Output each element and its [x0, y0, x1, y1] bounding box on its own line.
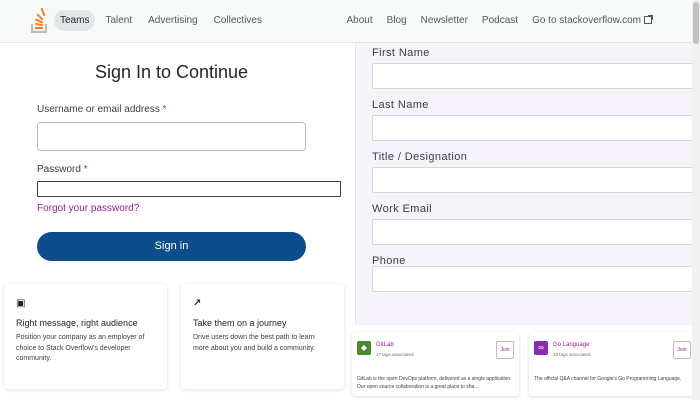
top-navigation: Teams Talent Advertising Collectives Abo…: [0, 0, 700, 43]
collective-card-go-language[interactable]: ∞ Go Language 15 tags associated Join Th…: [529, 332, 696, 396]
username-label: Username or email address *: [37, 104, 167, 115]
nav-blog[interactable]: Blog: [381, 10, 413, 31]
required-mark: *: [83, 164, 88, 175]
collective-description: The official Q&A channel for Google's Go…: [534, 376, 682, 382]
phone-input[interactable]: [372, 266, 696, 292]
trend-arrow-icon: ↗: [193, 298, 202, 309]
go-language-icon: ∞: [534, 341, 548, 355]
join-button[interactable]: Join: [673, 341, 691, 359]
nav-go-to-label: Go to stackoverflow.com: [532, 15, 641, 26]
nav-advertising[interactable]: Advertising: [142, 10, 203, 31]
scrollbar-thumb[interactable]: [693, 2, 699, 44]
feature-card-journey: ↗ Take them on a journey Drive users dow…: [181, 284, 344, 389]
nav-newsletter[interactable]: Newsletter: [415, 10, 474, 31]
collective-description: GitLab is the open DevOps platform, deli…: [357, 376, 512, 390]
work-email-label: Work Email: [372, 203, 433, 215]
title-designation-input[interactable]: [372, 167, 696, 193]
signin-title: Sign In to Continue: [94, 62, 249, 82]
feature-title: Take them on a journey: [193, 318, 287, 328]
password-input[interactable]: [37, 181, 341, 197]
collective-name[interactable]: Go Language: [553, 342, 589, 348]
nav-talent[interactable]: Talent: [99, 10, 138, 31]
nav-podcast[interactable]: Podcast: [476, 10, 524, 31]
feature-description: Drive users down the best path to learn …: [193, 334, 316, 352]
gitlab-icon: ◆: [357, 341, 371, 355]
nav-teams[interactable]: Teams: [54, 10, 96, 31]
feature-description: Position your company as an employer of …: [16, 334, 145, 362]
forgot-password-link[interactable]: Forgot your password?: [37, 203, 139, 214]
nav-collectives[interactable]: Collectives: [208, 10, 268, 31]
collective-tag-count: 15 tags associated: [553, 352, 591, 357]
page-scrollbar[interactable]: [692, 0, 700, 400]
nav-go-to-stackoverflow[interactable]: Go to stackoverflow.com: [526, 10, 658, 31]
message-icon: ▣: [16, 298, 26, 309]
last-name-input[interactable]: [372, 115, 696, 141]
first-name-input[interactable]: [372, 63, 696, 89]
required-mark: *: [162, 104, 167, 115]
last-name-label: Last Name: [372, 99, 429, 111]
external-link-icon: [644, 15, 653, 24]
collective-name[interactable]: GitLab: [376, 342, 394, 348]
feature-card-message: ▣ Right message, right audience Position…: [4, 284, 167, 389]
sign-in-button[interactable]: Sign in: [37, 232, 306, 261]
collective-card-gitlab[interactable]: ◆ GitLab 17 tags associated Join GitLab …: [352, 332, 519, 396]
first-name-label: First Name: [372, 47, 430, 59]
nav-about[interactable]: About: [341, 10, 379, 31]
title-designation-label: Title / Designation: [372, 151, 468, 163]
username-label-text: Username or email address: [37, 104, 160, 115]
stack-logo-icon[interactable]: [30, 8, 48, 34]
join-button[interactable]: Join: [496, 341, 514, 359]
work-email-input[interactable]: [372, 219, 696, 245]
username-input[interactable]: [37, 122, 306, 151]
password-label-text: Password: [37, 164, 81, 175]
feature-title: Right message, right audience: [16, 318, 138, 328]
password-label: Password *: [37, 164, 88, 175]
collective-tag-count: 17 tags associated: [376, 352, 414, 357]
